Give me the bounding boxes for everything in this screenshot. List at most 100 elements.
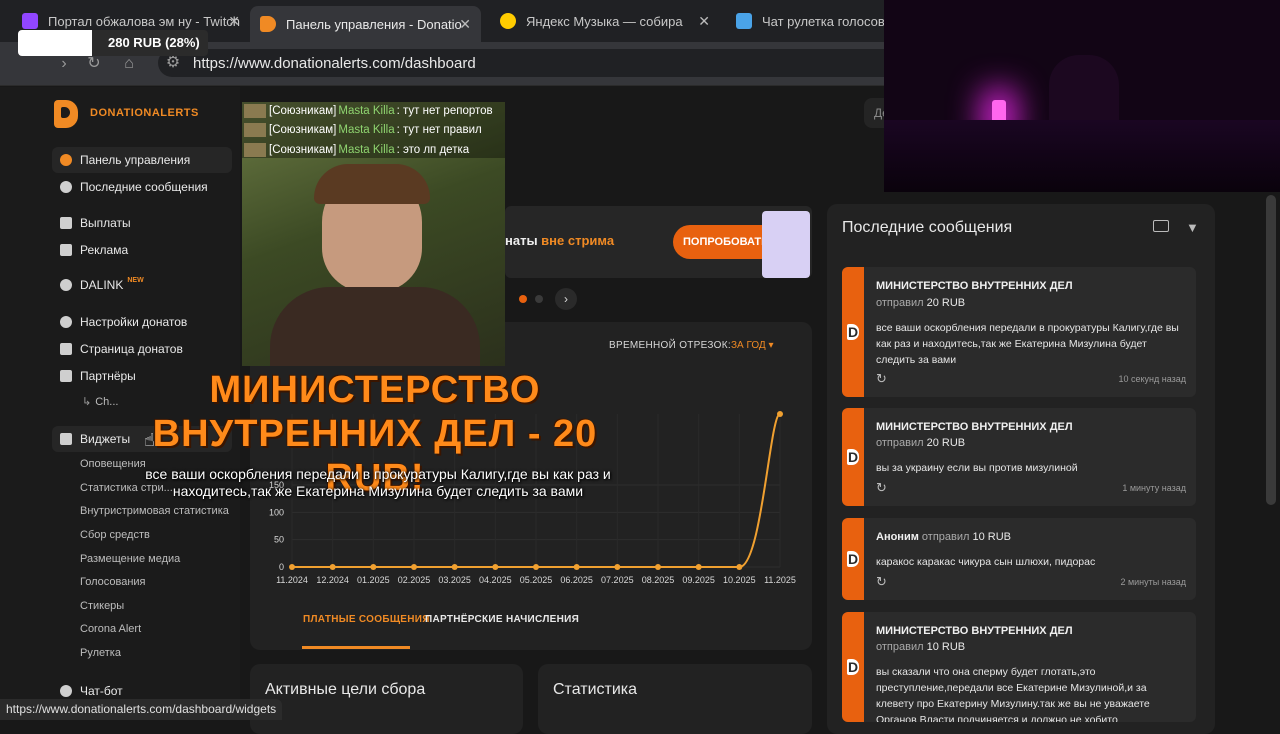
tab-yandex-music[interactable]: Яндекс Музыка — собира ✕: [490, 6, 720, 36]
sidebar-item-label: Выплаты: [80, 216, 131, 230]
tab-partner-earnings[interactable]: ПАРТНЁРСКИЕ НАЧИСЛЕНИЯ: [425, 614, 579, 625]
game-chat-overlay: [Союзникам] Masta Killa: тут нет репортов…: [242, 102, 505, 158]
tab-donationalerts[interactable]: Панель управления - Donatio ✕: [250, 6, 481, 42]
avatar: [244, 143, 266, 157]
banner-mockup-image: [762, 211, 810, 278]
badge-text: 280 RUB (28%): [108, 35, 200, 50]
data-point: [451, 564, 458, 570]
message-card: Аноним отправил 10 RUB каракос каракас ч…: [842, 518, 1196, 600]
message-time: 2 минуты назад: [1120, 577, 1186, 587]
brand-name[interactable]: DONATIONALERTS: [90, 107, 199, 119]
stats-title: Статистика: [553, 681, 638, 698]
x-tick-label: 08.2025: [642, 575, 675, 585]
page-icon: [60, 343, 72, 355]
url-text: https://www.donationalerts.com/dashboard: [193, 55, 476, 72]
message-text: вы за украину если вы против мизулиной: [876, 462, 1078, 474]
sidebar-item-label: Реклама: [80, 243, 129, 257]
replay-icon[interactable]: ↻: [876, 371, 887, 387]
message-time: 1 минуту назад: [1122, 483, 1186, 493]
donationalerts-icon: [842, 267, 864, 397]
x-tick-label: 04.2025: [479, 575, 512, 585]
message-card: МИНИСТЕРСТВО ВНУТРЕННИХ ДЕЛ отправил 20 …: [842, 408, 1196, 506]
close-icon[interactable]: ✕: [698, 13, 710, 30]
x-tick-label: 03.2025: [438, 575, 471, 585]
replay-icon[interactable]: ↻: [876, 480, 887, 496]
filter-icon[interactable]: ▼: [1186, 220, 1199, 235]
chat-line: [Союзникам] Masta Killa: тут нет правил: [242, 121, 482, 139]
donationalerts-icon: [842, 612, 864, 722]
donationalerts-icon: [260, 16, 276, 32]
tab-chat-roulette[interactable]: Чат рулетка голосовая: [726, 6, 886, 36]
popout-icon[interactable]: [1153, 220, 1169, 232]
donationalerts-icon: [842, 518, 864, 600]
active-tab-indicator: [302, 646, 410, 649]
avatar: [244, 104, 266, 118]
widget-media[interactable]: Размещение медиа: [80, 553, 180, 565]
chat-icon: [60, 685, 72, 697]
widget-corona-alert[interactable]: Corona Alert: [80, 623, 141, 635]
carousel-dot[interactable]: [535, 295, 543, 303]
sidebar-item-ads[interactable]: Реклама: [52, 237, 232, 263]
donation-alert-message: все ваши оскорбления передали в прокурат…: [145, 466, 611, 499]
sidebar-item-payouts[interactable]: Выплаты: [52, 210, 232, 236]
sidebar-item-dashboard[interactable]: Панель управления: [52, 147, 232, 173]
x-tick-label: 11.2024: [276, 575, 308, 585]
link-icon: [60, 279, 72, 291]
carousel-next-button[interactable]: ›: [555, 288, 577, 310]
logo-icon[interactable]: [54, 100, 78, 128]
donation-amount: отправил 20 RUB: [876, 437, 966, 449]
data-point: [777, 411, 783, 417]
widget-roulette[interactable]: Рулетка: [80, 647, 121, 659]
close-icon[interactable]: ✕: [228, 13, 240, 30]
widget-fundraising[interactable]: Сбор средств: [80, 529, 150, 541]
data-point: [533, 564, 539, 570]
shirt: [270, 287, 480, 366]
yandex-music-icon: [500, 13, 516, 29]
avatar: [244, 123, 266, 137]
promo-banner: наты вне стрима ПОПРОБОВАТЬ: [505, 206, 812, 278]
goals-title: Активные цели сбора: [265, 681, 426, 698]
x-tick-label: 11.2025: [764, 575, 796, 585]
donation-amount: отправил 10 RUB: [876, 641, 966, 653]
data-point: [573, 564, 580, 570]
period-dropdown[interactable]: ЗА ГОД ▾: [731, 340, 774, 351]
x-tick-label: 02.2025: [398, 575, 431, 585]
x-tick-label: 12.2024: [316, 575, 349, 585]
sidebar-item-recent[interactable]: Последние сообщения: [52, 174, 232, 200]
sidebar-item-dalink[interactable]: DALINK NEW: [52, 272, 232, 298]
carousel-dot[interactable]: [519, 295, 527, 303]
x-tick-label: 10.2025: [723, 575, 756, 585]
tab-label: Портал обжалова эм ну - Twitch: [48, 13, 241, 29]
donation-goal-badge: 280 RUB (28%): [18, 30, 208, 56]
close-icon[interactable]: ✕: [459, 16, 471, 33]
replay-icon[interactable]: ↻: [876, 574, 887, 590]
sidebar-item-donation-settings[interactable]: Настройки донатов: [52, 309, 232, 335]
scrollbar[interactable]: [1266, 195, 1276, 505]
widget-stickers[interactable]: Стикеры: [80, 600, 124, 612]
x-tick-label: 06.2025: [560, 575, 593, 585]
donationalerts-icon: [842, 408, 864, 506]
message-text: все ваши оскорбления передали в прокурат…: [876, 322, 1179, 366]
sidebar-item-label: Настройки донатов: [80, 315, 188, 329]
tab-paid-messages[interactable]: ПЛАТНЫЕ СООБЩЕНИЯ: [303, 614, 430, 625]
data-point: [655, 564, 661, 570]
data-point: [329, 564, 336, 570]
widget-polls[interactable]: Голосования: [80, 576, 146, 588]
y-tick-label: 50: [274, 535, 284, 545]
sidebar-item-label: Страница донатов: [80, 342, 183, 356]
gear-icon: [60, 316, 72, 328]
x-tick-label: 05.2025: [520, 575, 553, 585]
data-point: [736, 564, 743, 570]
mouse-cursor: ☝: [144, 430, 155, 450]
widget-instream-stats[interactable]: Внутристримовая статистика: [80, 505, 229, 517]
child-icon: ↳: [82, 396, 92, 408]
star-icon: [60, 181, 72, 193]
x-tick-label: 01.2025: [357, 575, 390, 585]
y-tick-label: 100: [269, 507, 284, 517]
sidebar-item-donation-page[interactable]: Страница донатов: [52, 336, 232, 362]
hair: [314, 164, 430, 204]
goals-card: [250, 664, 523, 734]
widgets-icon: [60, 433, 72, 445]
chevron-down-icon: ▾: [768, 340, 774, 351]
message-text: вы сказали что она сперму будет глотать,…: [876, 666, 1150, 722]
